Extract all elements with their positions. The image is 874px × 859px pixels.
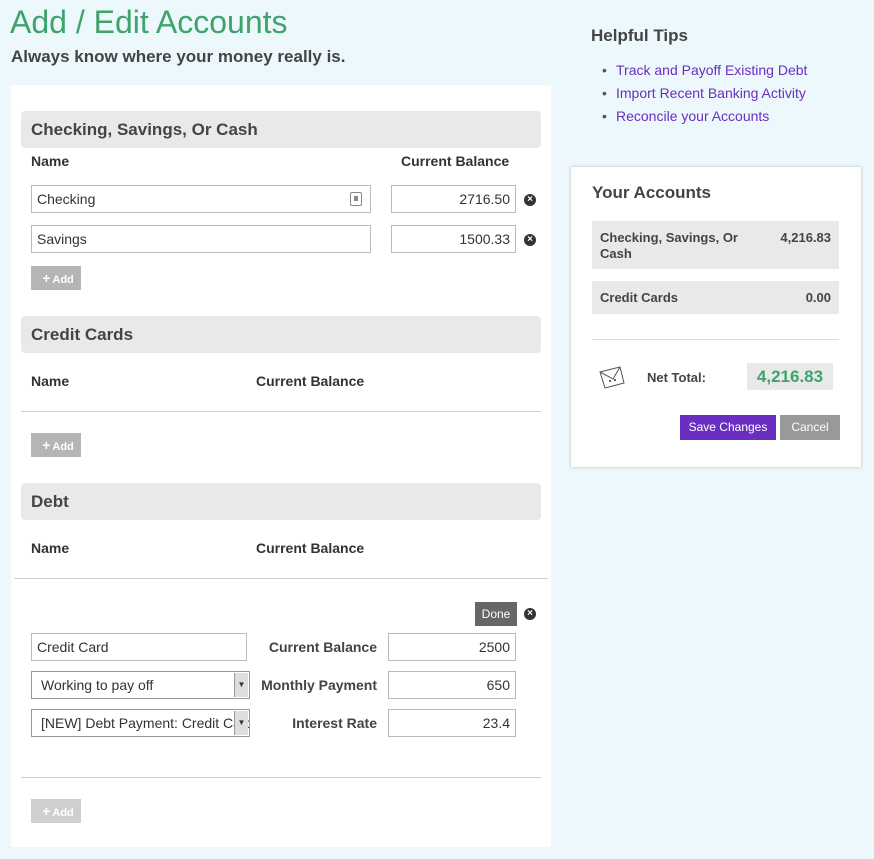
section-divider [21,777,541,778]
debt-status-select[interactable]: Working to pay off ▼ [31,671,250,699]
chevron-down-icon: ▼ [234,711,248,735]
column-header-name: Name [31,153,70,169]
input-value: Checking [37,191,96,207]
plus-icon: + [42,803,51,819]
accounts-editor-panel: Checking, Savings, Or Cash Name Current … [11,85,551,847]
section-divider [21,411,541,412]
account-summary-value: 0.00 [805,290,831,305]
remove-circle-icon[interactable]: × [524,234,536,246]
contact-card-icon[interactable] [350,192,362,206]
helpful-tips-title: Helpful Tips [591,26,688,45]
select-value: [NEW] Debt Payment: Credit Card [41,715,250,731]
add-checking-button[interactable]: + Add [31,266,81,290]
account-summary-value: 4,216.83 [780,230,831,245]
tip-link[interactable]: Import Recent Banking Activity [602,85,807,108]
section-title: Checking, Savings, Or Cash [31,120,258,139]
button-label: Add [52,441,74,453]
save-changes-button[interactable]: Save Changes [680,415,776,440]
net-total-value: 4,216.83 [747,363,833,390]
account-name-input[interactable]: Savings [31,225,371,253]
account-balance-input[interactable]: 2716.50 [391,185,516,213]
card-divider [592,339,839,340]
account-summary-name: Checking, Savings, Or Cash [600,230,738,261]
section-header-debt: Debt [21,483,541,520]
done-button[interactable]: Done [475,602,517,626]
button-label: Add [52,807,74,819]
chevron-down-icon: ▼ [234,673,248,697]
page-title: Add / Edit Accounts [10,4,288,40]
section-title: Credit Cards [31,325,134,344]
account-name-input[interactable]: Checking [31,185,371,213]
account-balance-input[interactable]: 1500.33 [391,225,516,253]
plus-icon: + [42,437,51,453]
account-summary-row: Credit Cards 0.00 [592,281,839,314]
account-summary-name: Credit Cards [600,290,679,305]
button-label: Add [52,274,74,286]
add-debt-button[interactable]: + Add [31,799,81,823]
monthly-payment-label: Monthly Payment [261,677,377,693]
current-balance-label: Current Balance [268,639,377,655]
column-header-balance: Current Balance [256,373,365,389]
column-header-name: Name [31,540,70,556]
plus-icon: + [42,270,51,286]
add-credit-card-button[interactable]: + Add [31,433,81,457]
debt-balance-input[interactable]: 2500 [388,633,516,661]
helpful-tips-list: Track and Payoff Existing Debt Import Re… [602,62,807,131]
column-header-balance: Current Balance [256,540,365,556]
money-envelope-icon [599,366,625,389]
remove-circle-icon[interactable]: × [524,608,536,620]
interest-rate-label: Interest Rate [292,715,377,731]
tip-link[interactable]: Track and Payoff Existing Debt [602,62,807,85]
cancel-button[interactable]: Cancel [780,415,840,440]
section-divider [14,578,548,579]
account-summary-row: Checking, Savings, Or Cash 4,216.83 [592,221,839,269]
remove-circle-icon[interactable]: × [524,194,536,206]
interest-rate-input[interactable]: 23.4 [388,709,516,737]
select-value: Working to pay off [41,677,154,693]
your-accounts-title: Your Accounts [592,183,712,202]
payment-category-select[interactable]: [NEW] Debt Payment: Credit Card ▼ [31,709,250,737]
page-tagline: Always know where your money really is. [11,47,346,66]
section-header-credit-cards: Credit Cards [21,316,541,353]
column-header-balance: Current Balance [401,153,510,169]
column-header-name: Name [31,373,70,389]
monthly-payment-input[interactable]: 650 [388,671,516,699]
tip-link[interactable]: Reconcile your Accounts [602,108,807,131]
debt-name-input[interactable]: Credit Card [31,633,247,661]
section-title: Debt [31,492,69,511]
section-header-checking: Checking, Savings, Or Cash [21,111,541,148]
net-total-label: Net Total: [647,370,706,385]
your-accounts-card: Your Accounts Checking, Savings, Or Cash… [571,167,861,467]
